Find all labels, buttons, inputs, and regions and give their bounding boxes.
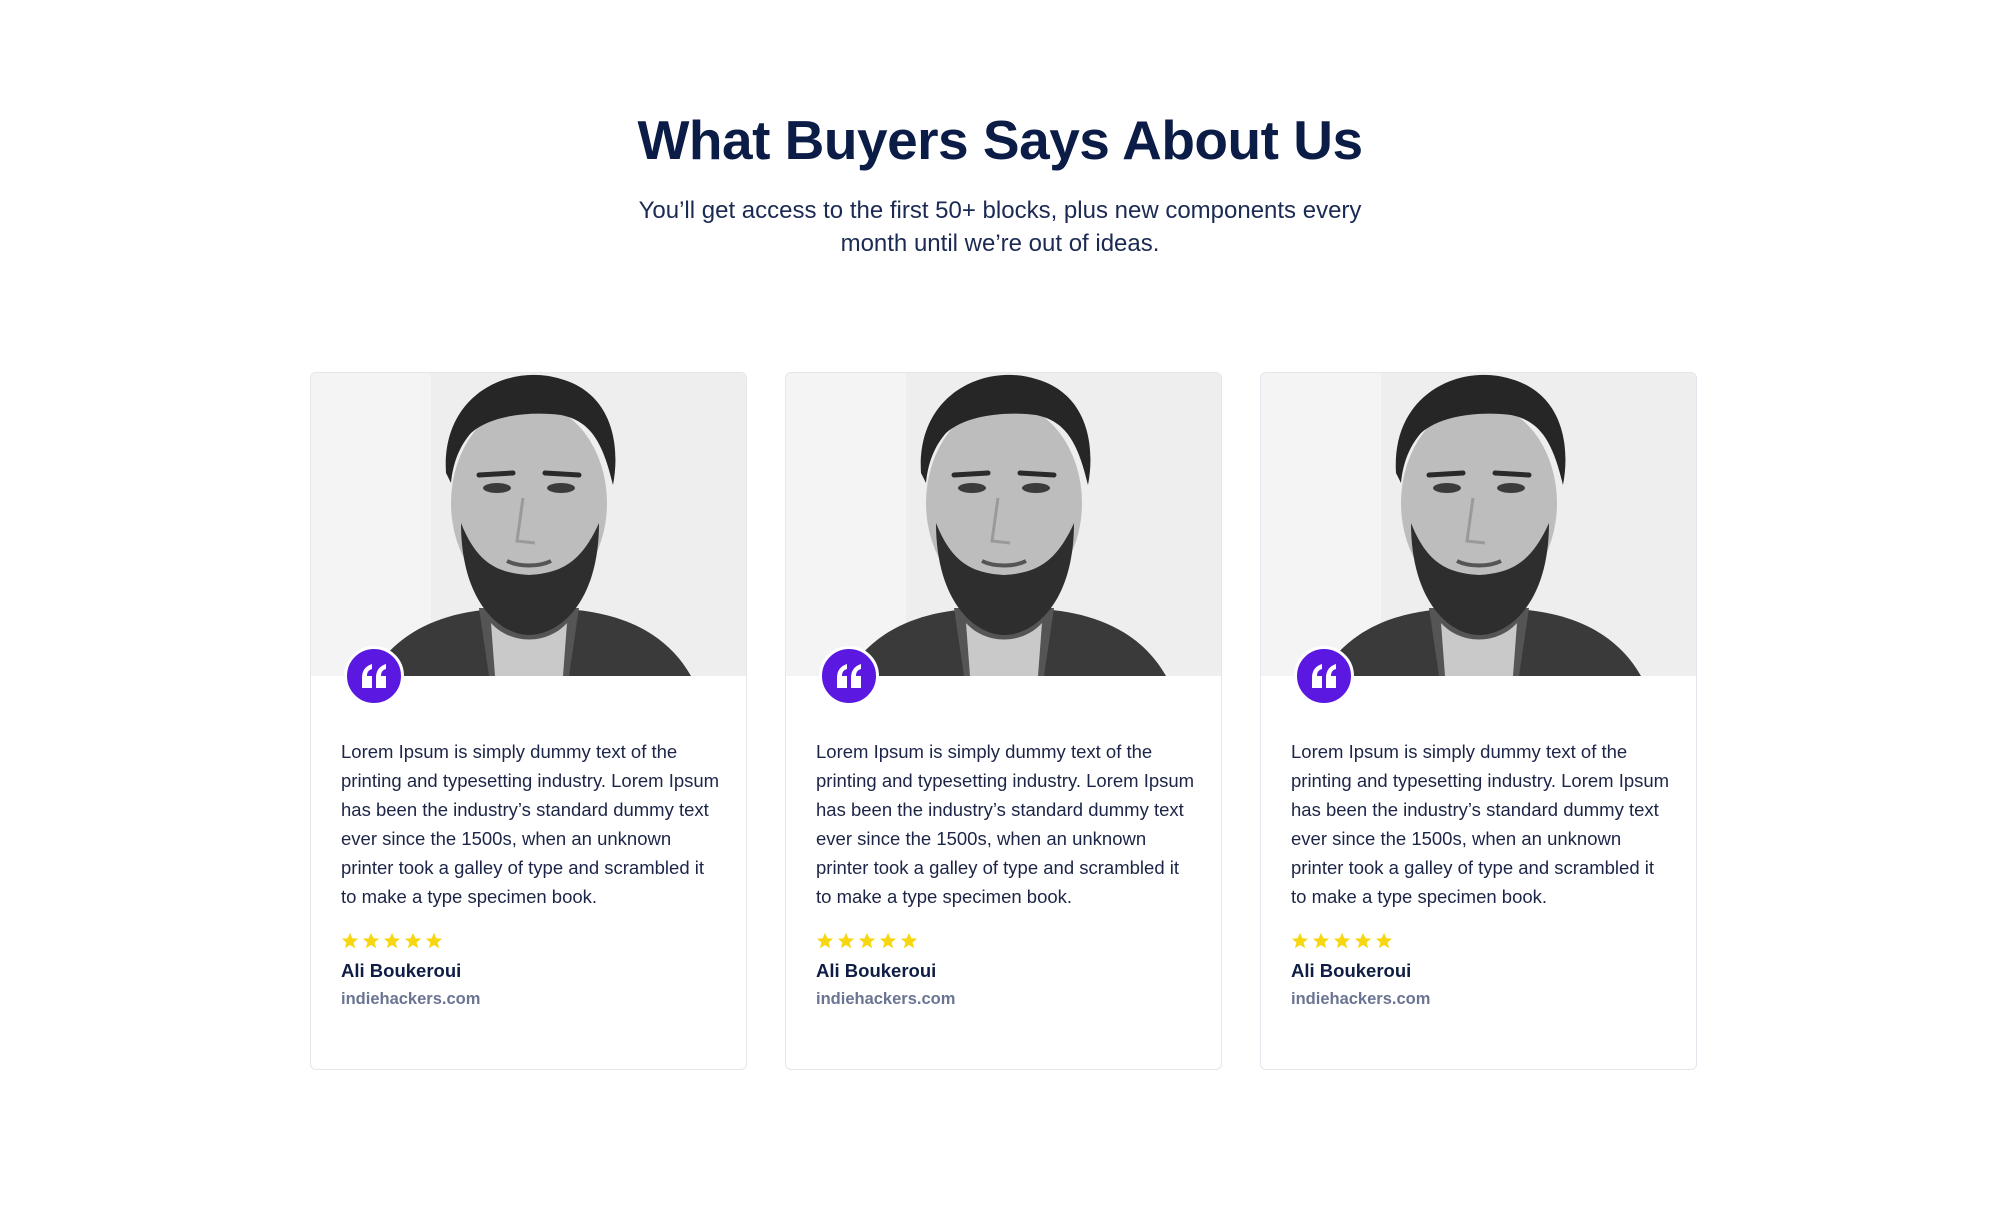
portrait-photo [786, 373, 1221, 676]
quote-badge [1294, 646, 1354, 706]
author-site: indiehackers.com [341, 990, 481, 1008]
star-rating [816, 932, 1196, 950]
testimonial-card: Lorem Ipsum is simply dummy text of the … [310, 372, 747, 1070]
testimonial-card: Lorem Ipsum is simply dummy text of the … [1260, 372, 1697, 1070]
star-icon [879, 932, 897, 949]
section-title: What Buyers Says About Us [637, 109, 1363, 171]
star-icon [404, 932, 422, 949]
quote-badge [344, 646, 404, 706]
star-icon [1291, 932, 1309, 949]
testimonial-text: Lorem Ipsum is simply dummy text of the … [1291, 741, 1670, 907]
portrait-photo [1261, 373, 1696, 676]
quote-icon [362, 664, 386, 688]
section-subtitle: You’ll get access to the first 50+ block… [638, 197, 1362, 257]
quote-badge [819, 646, 879, 706]
star-icon [837, 932, 855, 949]
star-icon [1375, 932, 1393, 949]
star-icon [341, 932, 359, 949]
card-body: Lorem Ipsum is simply dummy text of the … [1291, 737, 1671, 1009]
card-body: Lorem Ipsum is simply dummy text of the … [816, 737, 1196, 1009]
testimonial-card: Lorem Ipsum is simply dummy text of the … [785, 372, 1222, 1070]
portrait-image [311, 373, 746, 676]
star-icon [425, 932, 443, 949]
testimonials-section: What Buyers Says About Us You’ll get acc… [0, 0, 2000, 1232]
star-icon [1354, 932, 1372, 949]
star-icon [362, 932, 380, 949]
star-rating [341, 932, 721, 950]
star-icon [383, 932, 401, 949]
author-site: indiehackers.com [1291, 990, 1431, 1008]
star-rating [1291, 932, 1671, 950]
testimonial-text: Lorem Ipsum is simply dummy text of the … [816, 741, 1195, 907]
author-name: Ali Boukeroui [816, 960, 937, 981]
author-name: Ali Boukeroui [341, 960, 462, 981]
testimonial-cards: Lorem Ipsum is simply dummy text of the … [310, 372, 1697, 1070]
star-icon [1312, 932, 1330, 949]
star-icon [900, 932, 918, 949]
card-body: Lorem Ipsum is simply dummy text of the … [341, 737, 721, 1009]
author-name: Ali Boukeroui [1291, 960, 1412, 981]
portrait-image [786, 373, 1221, 676]
portrait-image [1261, 373, 1696, 676]
star-icon [858, 932, 876, 949]
quote-icon [837, 664, 861, 688]
testimonial-text: Lorem Ipsum is simply dummy text of the … [341, 741, 720, 907]
portrait-photo [311, 373, 746, 676]
star-icon [816, 932, 834, 949]
quote-icon [1312, 664, 1336, 688]
author-site: indiehackers.com [816, 990, 956, 1008]
star-icon [1333, 932, 1351, 949]
